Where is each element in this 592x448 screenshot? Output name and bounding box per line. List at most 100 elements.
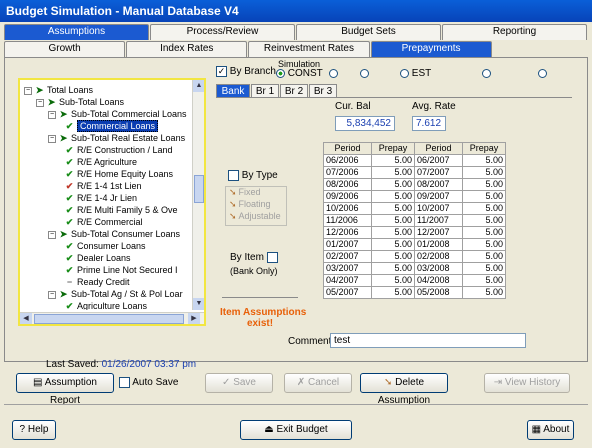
- auto-save-checkbox[interactable]: Auto Save: [119, 377, 178, 388]
- period-cell[interactable]: 07/2007: [413, 166, 464, 179]
- tree-horizontal-scrollbar[interactable]: ◀ ▶: [20, 312, 204, 324]
- period-cell[interactable]: 10/2006: [322, 202, 373, 215]
- tab-growth[interactable]: Growth: [4, 41, 126, 57]
- period-cell[interactable]: 11/2006: [322, 214, 373, 227]
- prepay-cell[interactable]: 5.00: [462, 214, 506, 227]
- tree-node[interactable]: ✔ R/E Agriculture: [64, 156, 137, 168]
- period-cell[interactable]: 10/2007: [413, 202, 464, 215]
- tab-process-review[interactable]: Process/Review: [150, 24, 295, 40]
- tab-reporting[interactable]: Reporting: [442, 24, 587, 40]
- tab-bank[interactable]: Bank: [216, 84, 250, 98]
- prepay-cell[interactable]: 5.00: [371, 202, 415, 215]
- scroll-right-icon[interactable]: ▶: [188, 313, 200, 324]
- scroll-left-icon[interactable]: ◀: [20, 313, 32, 324]
- tree-node[interactable]: ✔ R/E Commercial: [64, 216, 143, 228]
- simulation-radio[interactable]: [360, 68, 369, 79]
- tree-node[interactable]: − ➤ Sub-Total Ag / St & Pol Loar: [48, 288, 183, 300]
- tree-node[interactable]: ✔ Prime Line Not Secured I: [64, 264, 178, 276]
- tree-node-selected[interactable]: ✔ Commercial Loans: [64, 120, 159, 132]
- tree-node[interactable]: − ➤ Sub-Total Consumer Loans: [48, 228, 180, 240]
- tab-prepayments[interactable]: Prepayments: [370, 41, 492, 57]
- simulation-radio[interactable]: [538, 68, 547, 79]
- prepay-cell[interactable]: 5.00: [462, 238, 506, 251]
- prepay-cell[interactable]: 5.00: [462, 178, 506, 191]
- period-cell[interactable]: 07/2006: [322, 166, 373, 179]
- cur-bal-field[interactable]: 5,834,452: [335, 116, 395, 131]
- tree-node[interactable]: ✔ Consumer Loans: [64, 240, 146, 252]
- tree-node[interactable]: ✔ R/E Multi Family 5 & Ove: [64, 204, 178, 216]
- simulation-radio-est[interactable]: EST: [400, 68, 431, 79]
- tab-br1[interactable]: Br 1: [251, 84, 279, 98]
- scroll-thumb[interactable]: [194, 175, 204, 203]
- tab-br2[interactable]: Br 2: [280, 84, 308, 98]
- period-cell[interactable]: 08/2007: [413, 178, 464, 191]
- prepay-cell[interactable]: 5.00: [462, 286, 506, 299]
- prepay-cell[interactable]: 5.00: [462, 190, 506, 203]
- period-cell[interactable]: 04/2007: [322, 274, 373, 287]
- period-cell[interactable]: 02/2008: [413, 250, 464, 263]
- prepay-cell[interactable]: 5.00: [371, 250, 415, 263]
- prepay-cell[interactable]: 5.00: [371, 262, 415, 275]
- tree-node[interactable]: ✔ R/E Home Equity Loans: [64, 168, 173, 180]
- by-branch-checkbox[interactable]: ✓ By Branch: [216, 66, 276, 77]
- avg-rate-field[interactable]: 7.612: [412, 116, 446, 131]
- tree-node[interactable]: − Ready Credit: [64, 276, 130, 288]
- cancel-button[interactable]: ✗ Cancel: [284, 373, 352, 393]
- scroll-thumb[interactable]: [34, 314, 184, 324]
- period-cell[interactable]: 05/2007: [322, 286, 373, 299]
- period-cell[interactable]: 08/2006: [322, 178, 373, 191]
- by-item-checkbox[interactable]: By Item: [230, 252, 278, 263]
- period-cell[interactable]: 03/2008: [413, 262, 464, 275]
- period-cell[interactable]: 02/2007: [322, 250, 373, 263]
- tab-budget-sets[interactable]: Budget Sets: [296, 24, 441, 40]
- tree-node[interactable]: ✔ R/E 1-4 Jr Lien: [64, 192, 137, 204]
- period-cell[interactable]: 11/2007: [413, 214, 464, 227]
- help-button[interactable]: ? Help: [12, 420, 56, 440]
- period-cell[interactable]: 09/2007: [413, 190, 464, 203]
- scroll-up-icon[interactable]: ▲: [193, 80, 204, 92]
- prepay-cell[interactable]: 5.00: [371, 166, 415, 179]
- prepay-cell[interactable]: 5.00: [462, 202, 506, 215]
- assumption-report-button[interactable]: ▤ Assumption Report: [16, 373, 114, 406]
- period-cell[interactable]: 09/2006: [322, 190, 373, 203]
- prepay-cell[interactable]: 5.00: [371, 190, 415, 203]
- prepay-cell[interactable]: 5.00: [371, 286, 415, 299]
- period-cell[interactable]: 06/2007: [413, 154, 464, 167]
- tab-assumptions[interactable]: Assumptions: [4, 24, 149, 40]
- prepay-cell[interactable]: 5.00: [462, 226, 506, 239]
- period-cell[interactable]: 12/2006: [322, 226, 373, 239]
- period-cell[interactable]: 06/2006: [322, 154, 373, 167]
- tree-node[interactable]: − ➤ Total Loans: [24, 84, 93, 96]
- period-cell[interactable]: 01/2007: [322, 238, 373, 251]
- scroll-down-icon[interactable]: ▼: [193, 298, 204, 310]
- prepay-cell[interactable]: 5.00: [462, 274, 506, 287]
- prepay-cell[interactable]: 5.00: [462, 166, 506, 179]
- tree-node[interactable]: ✔ R/E 1-4 1st Lien: [64, 180, 142, 192]
- prepay-cell[interactable]: 5.00: [371, 214, 415, 227]
- delete-assumption-button[interactable]: ➘ Delete Assumption: [360, 373, 448, 406]
- prepay-cell[interactable]: 5.00: [371, 154, 415, 167]
- save-button[interactable]: ✓ Save: [205, 373, 273, 393]
- comment-field[interactable]: test: [330, 333, 526, 348]
- prepay-cell[interactable]: 5.00: [462, 262, 506, 275]
- period-cell[interactable]: 03/2007: [322, 262, 373, 275]
- exit-budget-button[interactable]: ⏏ Exit Budget: [240, 420, 352, 440]
- tree-node[interactable]: − ➤ Sub-Total Real Estate Loans: [48, 132, 185, 144]
- period-cell[interactable]: 04/2008: [413, 274, 464, 287]
- simulation-radio[interactable]: [329, 68, 338, 79]
- tree-node[interactable]: ✔ Agriculture Loans: [64, 300, 147, 310]
- prepay-cell[interactable]: 5.00: [371, 178, 415, 191]
- tree-node[interactable]: − ➤ Sub-Total Loans: [36, 96, 124, 108]
- about-button[interactable]: ▦ About: [527, 420, 574, 440]
- prepay-cell[interactable]: 5.00: [462, 154, 506, 167]
- tab-reinvestment-rates[interactable]: Reinvestment Rates: [248, 41, 370, 57]
- prepay-cell[interactable]: 5.00: [462, 250, 506, 263]
- simulation-radio-const[interactable]: CONST: [276, 68, 323, 79]
- by-type-checkbox[interactable]: By Type: [228, 170, 278, 181]
- period-cell[interactable]: 05/2008: [413, 286, 464, 299]
- tree-vertical-scrollbar[interactable]: ▲ ▼: [192, 80, 204, 310]
- tab-index-rates[interactable]: Index Rates: [126, 41, 248, 57]
- tree-node[interactable]: − ➤ Sub-Total Commercial Loans: [48, 108, 187, 120]
- prepay-cell[interactable]: 5.00: [371, 226, 415, 239]
- prepay-cell[interactable]: 5.00: [371, 238, 415, 251]
